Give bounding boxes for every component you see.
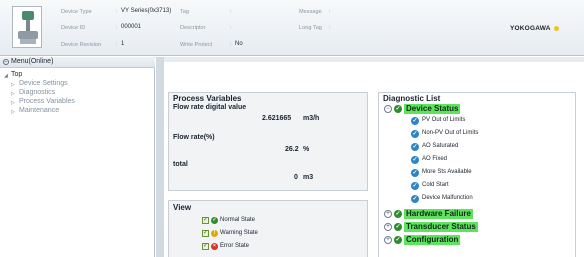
flow-rate-percent-value: 26.2 <box>285 146 299 153</box>
diag-item-label: PV Out of Limits <box>422 117 466 123</box>
green-check-icon: ✓ <box>394 210 402 218</box>
blue-check-icon: ✓ <box>411 169 419 177</box>
collapsed-arrow-icon[interactable]: ▷ <box>11 91 15 97</box>
diag-item-label: Device Malfunction <box>422 195 473 201</box>
tag-label: Tag <box>180 9 190 15</box>
normal-state-label: Normal State <box>220 217 256 223</box>
normal-state-checkbox[interactable]: ✓ <box>202 217 209 224</box>
write-protect-value: No <box>235 41 243 47</box>
expand-icon[interactable]: + <box>384 236 392 244</box>
descriptor-label: Descriptor <box>180 25 206 31</box>
flow-rate-digital-label: Flow rate digital value <box>173 104 247 111</box>
blue-check-icon: ✓ <box>411 130 419 138</box>
blue-check-icon: ✓ <box>411 143 419 151</box>
device-image <box>12 6 42 48</box>
green-check-icon: ✓ <box>394 105 402 113</box>
menu-header[interactable]: − Menu(Online) <box>0 57 155 68</box>
collapsed-arrow-icon[interactable]: ▷ <box>11 82 15 88</box>
tree-item-device-settings[interactable]: Device Settings <box>19 80 68 87</box>
separator: : <box>116 9 118 15</box>
blue-check-icon: ✓ <box>411 156 419 164</box>
category-label: Configuration <box>404 235 461 245</box>
separator: : <box>230 9 232 15</box>
separator: : <box>116 42 118 48</box>
total-label: total <box>173 161 188 168</box>
separator: : <box>230 42 232 48</box>
splitter[interactable] <box>156 57 164 257</box>
green-check-icon: ✓ <box>394 223 402 231</box>
blue-check-icon: ✓ <box>411 117 419 125</box>
separator: : <box>230 25 232 31</box>
expand-icon[interactable]: + <box>384 223 392 231</box>
expand-icon[interactable]: + <box>384 210 392 218</box>
flow-rate-percent-label: Flow rate(%) <box>173 134 215 141</box>
flow-rate-percent-unit: % <box>303 146 310 153</box>
collapsed-arrow-icon[interactable]: ▷ <box>11 100 15 106</box>
blue-check-icon: ✓ <box>411 195 419 203</box>
expand-arrow-icon[interactable]: ◢ <box>4 73 8 79</box>
tree-item-diagnostics[interactable]: Diagnostics <box>19 89 55 96</box>
logo-dot-icon <box>554 26 559 31</box>
blue-check-icon: ✓ <box>411 182 419 190</box>
error-state-label: Error State <box>220 243 250 249</box>
device-revision-value: 1 <box>121 41 125 47</box>
error-icon: × <box>211 243 218 250</box>
warning-state-label: Warning State <box>220 230 258 236</box>
diagnostic-list-title: Diagnostic List <box>383 94 441 103</box>
menu-panel: − Menu(Online) ◢ Top ▷ Device Settings ▷… <box>0 57 155 257</box>
green-check-icon: ✓ <box>394 236 402 244</box>
diag-item-label: Non-PV Out of Limits <box>422 130 479 136</box>
device-type-value: VY Series(0x3713) <box>121 8 172 14</box>
warning-icon: ! <box>211 230 218 237</box>
menu-title: Menu(Online) <box>11 58 54 65</box>
diag-item-label: Cold Start <box>422 182 449 188</box>
total-value: 0 <box>294 174 298 181</box>
yokogawa-logo: YOKOGAWA <box>510 25 551 32</box>
minus-circle-icon[interactable]: − <box>3 59 9 65</box>
separator: : <box>116 25 118 31</box>
category-label: Hardware Failure <box>404 209 473 219</box>
diag-item-label: AO Fixed <box>422 156 448 162</box>
diag-item-label: More Sts Available <box>422 169 472 175</box>
view-title: View <box>173 203 192 212</box>
warning-state-checkbox[interactable]: ✓ <box>202 230 209 237</box>
device-revision-label: Device Revision <box>61 42 102 48</box>
category-label: Device Status <box>404 104 461 114</box>
green-check-icon: ✓ <box>211 217 218 224</box>
long-tag-label: Long Tag <box>299 25 322 31</box>
separator: : <box>329 25 331 31</box>
device-header: Device Type : VY Series(0x3713) Device I… <box>0 0 584 56</box>
tree-item-top[interactable]: Top <box>11 71 22 78</box>
error-state-checkbox[interactable]: ✓ <box>202 243 209 250</box>
diagnostic-list-panel <box>378 92 576 257</box>
device-id-label: Device ID <box>61 25 86 31</box>
process-variables-title: Process Variables <box>173 94 242 103</box>
collapsed-arrow-icon[interactable]: ▷ <box>11 109 15 115</box>
flow-rate-digital-value: 2.621665 <box>262 115 292 122</box>
view-panel <box>168 200 368 257</box>
device-type-label: Device Type <box>61 9 92 15</box>
message-label: Message <box>299 9 322 15</box>
write-protect-label: Write Protect <box>180 42 213 48</box>
tree-item-maintenance[interactable]: Maintenance <box>19 107 59 114</box>
diag-item-label: AO Saturated <box>422 143 459 149</box>
category-label: Transducer Status <box>404 222 478 232</box>
tree-item-process-variables[interactable]: Process Variables <box>19 98 75 105</box>
device-id-value: 000001 <box>121 24 142 30</box>
total-unit: m3 <box>303 174 314 181</box>
collapse-icon[interactable]: − <box>384 105 392 113</box>
separator: : <box>329 9 331 15</box>
flow-rate-digital-unit: m3/h <box>303 115 320 122</box>
